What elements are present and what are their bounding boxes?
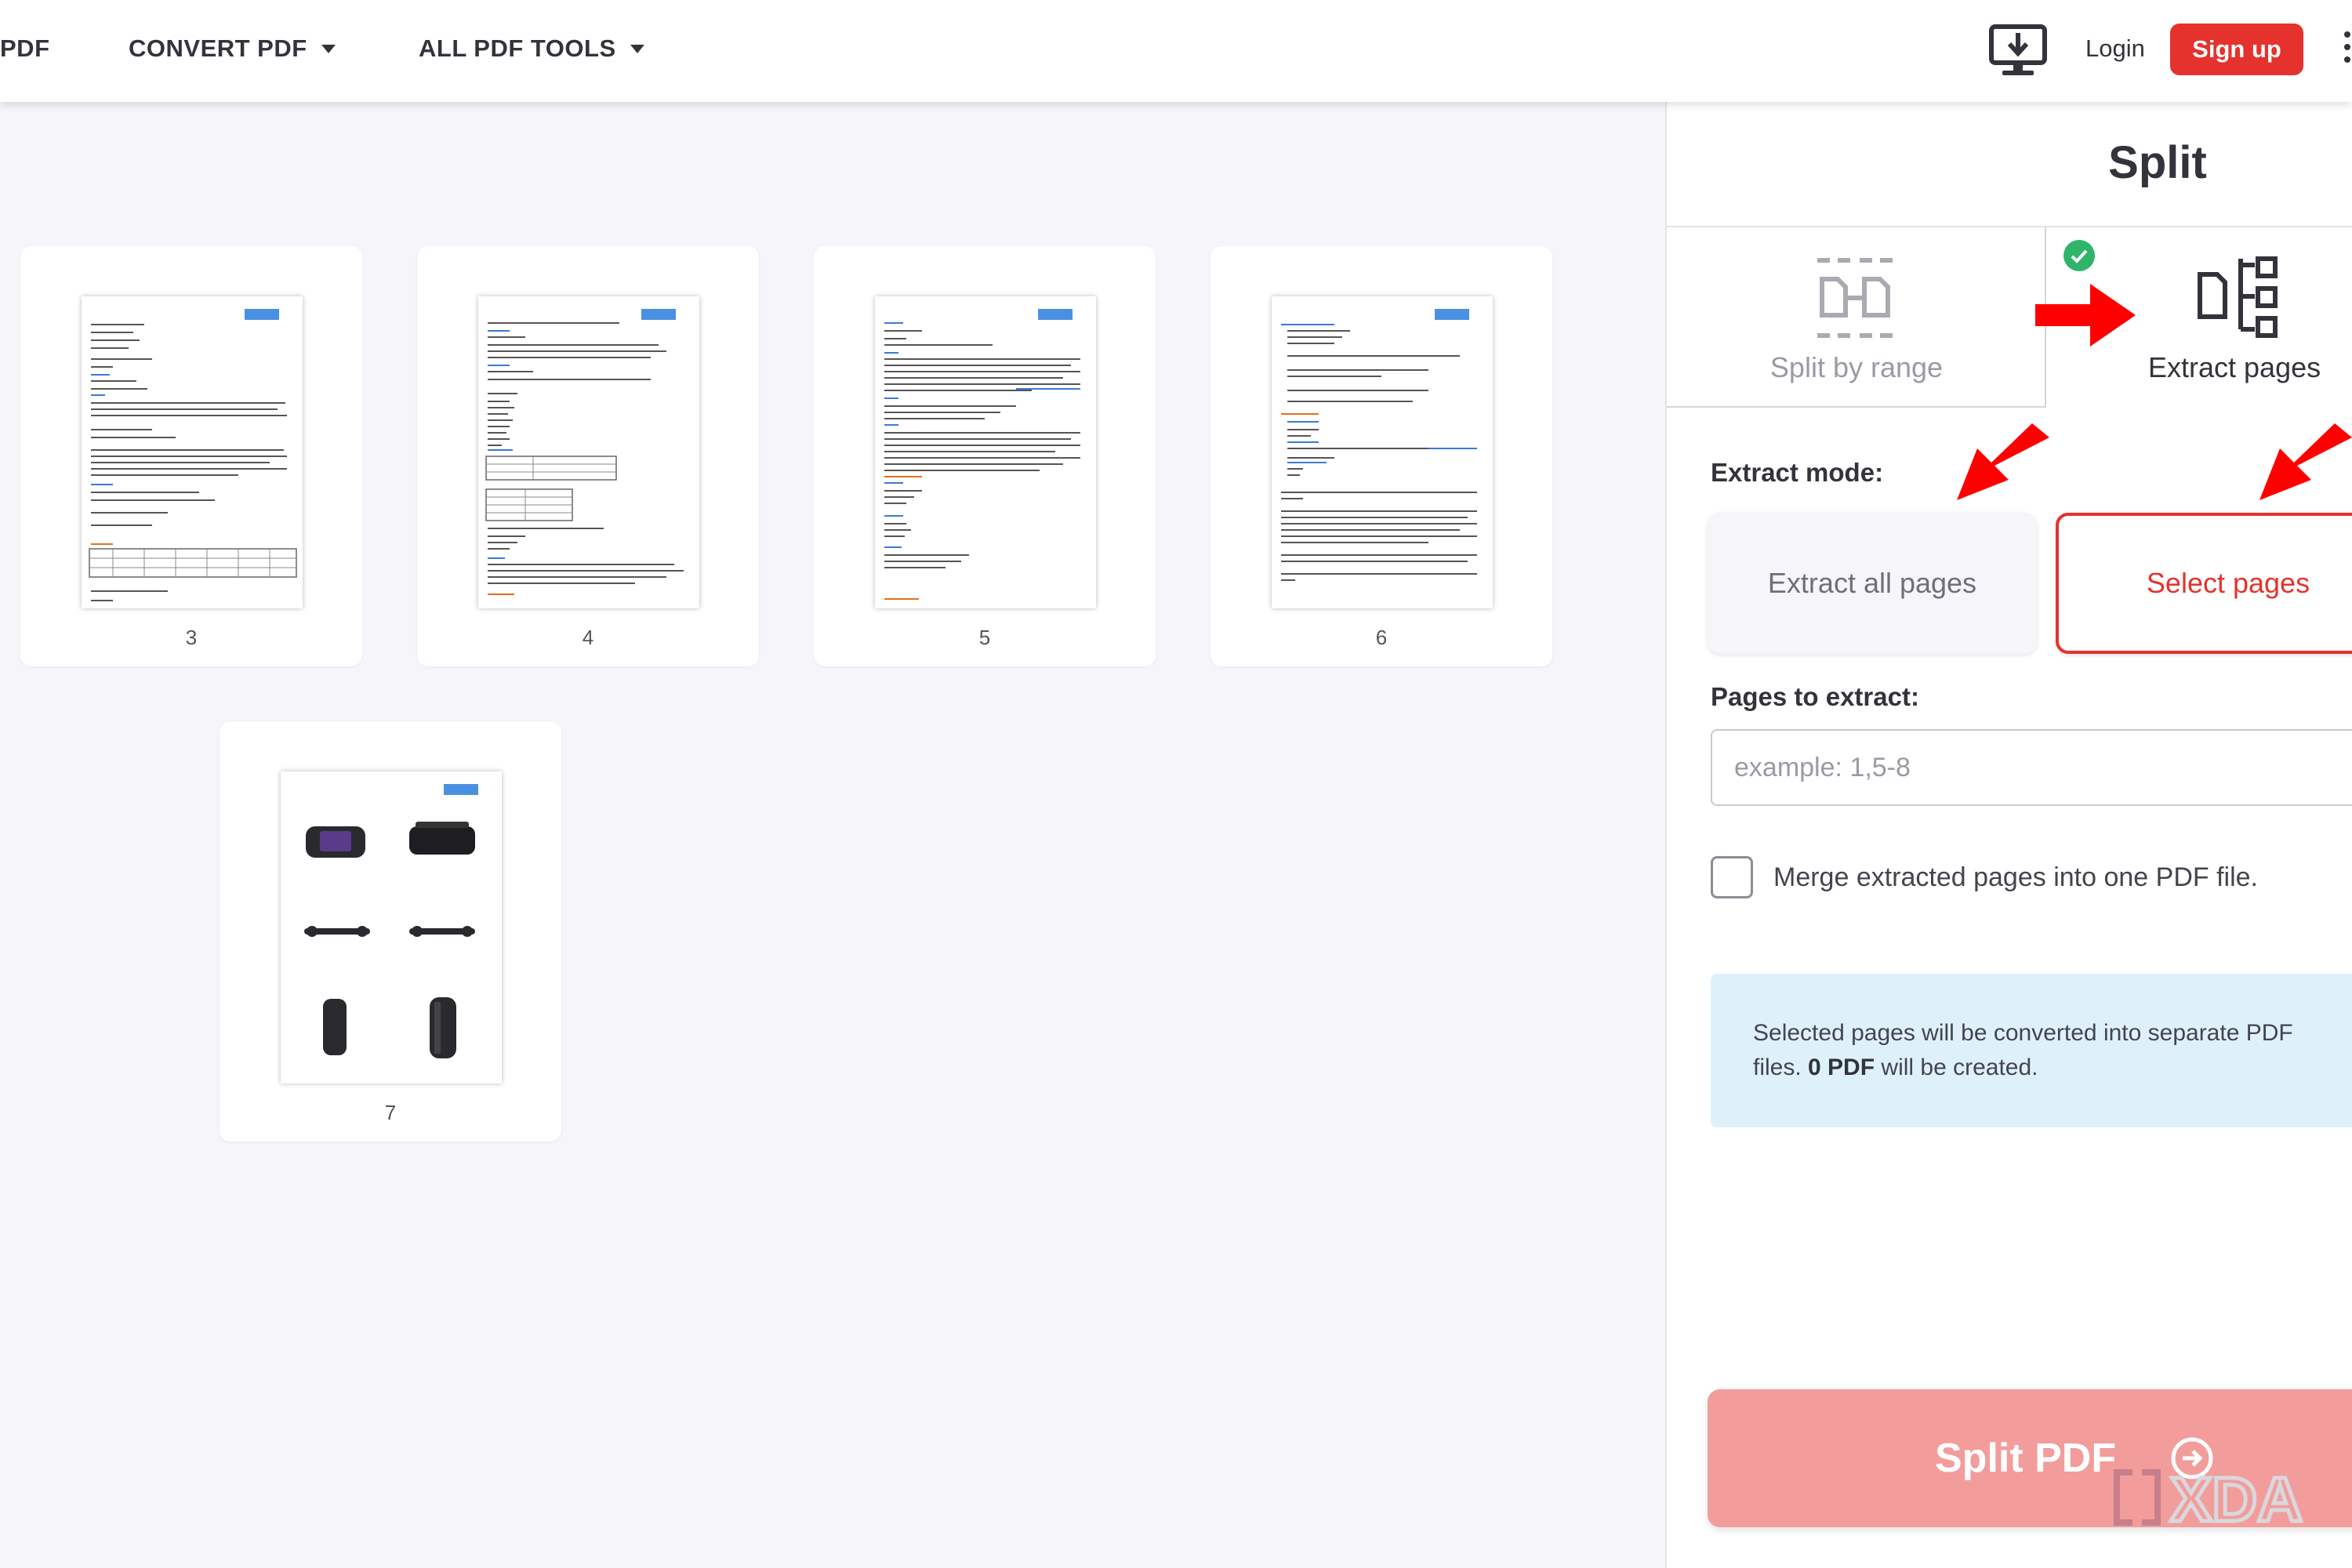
login-link[interactable]: Login: [2085, 34, 2145, 63]
tab-split-by-range[interactable]: Split by range: [1667, 227, 2046, 408]
pages-to-extract-label: Pages to extract:: [1711, 682, 1919, 711]
select-pages-button[interactable]: Select pages: [2056, 513, 2352, 654]
top-navigation: PDF CONVERT PDF ALL PDF TOOLS Login Sign…: [0, 0, 2352, 102]
device-product-photos: [304, 822, 475, 1058]
annotation-arrow-icon: [1957, 423, 2049, 500]
brand-fragment[interactable]: PDF: [0, 34, 50, 63]
annotation-arrow-icon: [2259, 423, 2352, 500]
document-text-lines: [884, 322, 1080, 600]
page-number: 3: [185, 626, 198, 649]
extract-pages-icon: [2198, 256, 2278, 338]
extract-mode-label: Extract mode:: [1711, 458, 1884, 487]
watermark-text: XDA: [2170, 1465, 2303, 1534]
page-preview: [1272, 296, 1493, 608]
page-preview: [82, 296, 303, 608]
nav-convert-pdf-label: CONVERT PDF: [129, 34, 307, 62]
page-thumbnails-area: 3 4 5 6 7: [0, 102, 1665, 1568]
info-pdf-count: 0 PDF: [1808, 1054, 1875, 1080]
brand-label: PDF: [0, 34, 50, 62]
nav-convert-pdf[interactable]: CONVERT PDF: [129, 34, 336, 63]
page-preview: [478, 296, 699, 608]
xda-watermark-logo: XDA: [2114, 1463, 2304, 1537]
info-notice: Selected pages will be converted into se…: [1711, 974, 2352, 1127]
extract-all-pages-button[interactable]: Extract all pages: [1708, 513, 2037, 654]
merge-pages-checkbox[interactable]: [1711, 856, 1753, 898]
page-number: 4: [582, 626, 594, 649]
info-text-after: will be created.: [1875, 1054, 2038, 1080]
document-text-lines: [485, 322, 684, 595]
split-pdf-label: Split PDF: [1935, 1436, 2117, 1481]
page-preview: [875, 296, 1096, 608]
signup-label: Sign up: [2192, 35, 2281, 63]
caret-down-icon: [321, 44, 336, 53]
tab-extract-pages-label: Extract pages: [2148, 351, 2321, 383]
extract-all-pages-label: Extract all pages: [1767, 567, 1977, 599]
annotation-arrow-icon: [2035, 284, 2136, 347]
page-thumbnail[interactable]: 4: [417, 246, 759, 666]
page-thumbnail[interactable]: 3: [20, 246, 362, 666]
page-number: 5: [978, 626, 991, 649]
page-number: 7: [384, 1101, 397, 1124]
more-menu-icon[interactable]: [2343, 31, 2352, 71]
screen: PDF CONVERT PDF ALL PDF TOOLS Login Sign…: [0, 0, 2352, 1568]
desktop-app-download-icon[interactable]: [1988, 24, 2048, 78]
page-preview: [281, 771, 502, 1083]
document-text-lines: [1281, 324, 1477, 581]
merge-pages-label[interactable]: Merge extracted pages into one PDF file.: [1773, 862, 2258, 893]
select-pages-label: Select pages: [2146, 567, 2310, 599]
signup-button[interactable]: Sign up: [2170, 24, 2303, 75]
nav-all-pdf-tools[interactable]: ALL PDF TOOLS: [419, 34, 644, 63]
split-range-icon: [1817, 258, 1893, 338]
pages-to-extract-input[interactable]: [1711, 729, 2352, 806]
tab-split-by-range-label: Split by range: [1769, 351, 1944, 383]
page-number: 6: [1375, 626, 1388, 649]
page-thumbnail[interactable]: 6: [1210, 246, 1552, 666]
panel-title: Split: [2108, 137, 2207, 188]
document-text-lines: [89, 324, 297, 601]
page-thumbnail[interactable]: 5: [814, 246, 1156, 666]
page-thumbnail[interactable]: 7: [220, 721, 561, 1142]
split-options-panel: Split Split by range Extract pages Extra…: [1665, 102, 2352, 1568]
nav-all-pdf-tools-label: ALL PDF TOOLS: [419, 34, 616, 62]
caret-down-icon: [630, 44, 644, 53]
